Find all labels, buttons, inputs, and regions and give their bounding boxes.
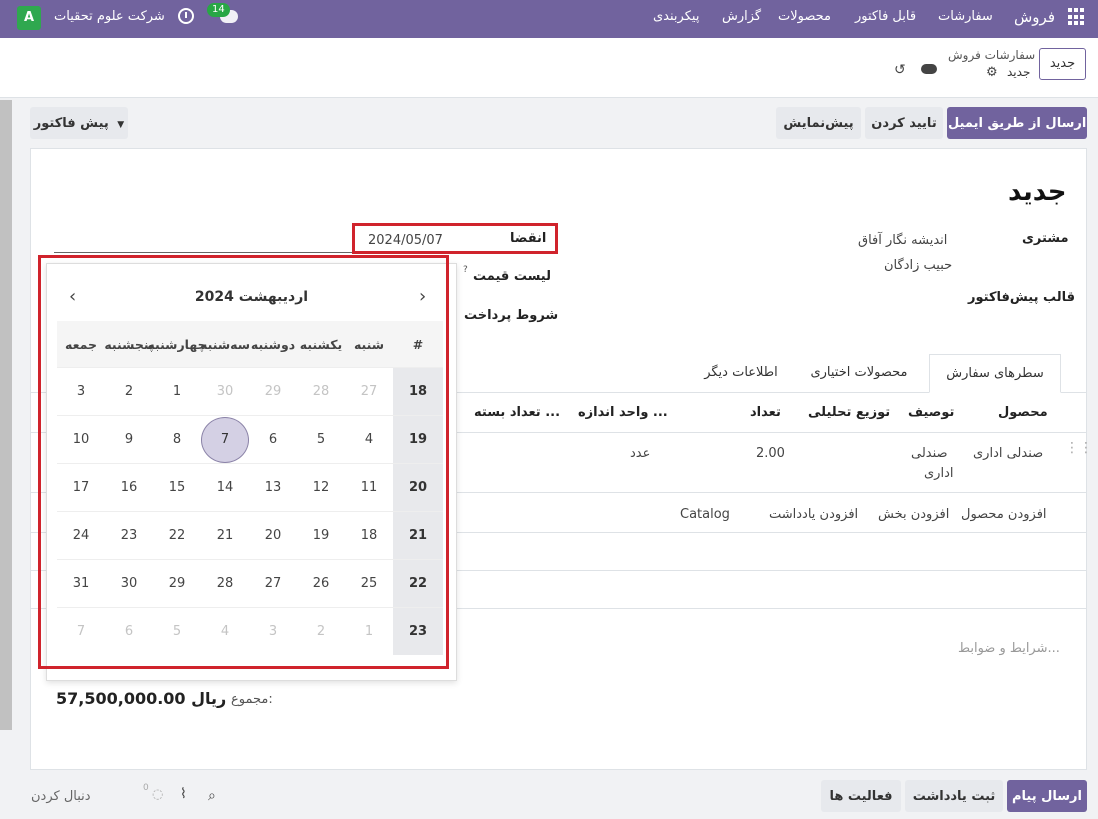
new-button[interactable]: جدید: [1039, 48, 1086, 80]
customer-label: مشتری: [1022, 231, 1069, 246]
status-label: پیش فاکتور: [33, 116, 109, 131]
payment-terms-label: شروط پرداخت: [464, 308, 559, 323]
col-product[interactable]: محصول: [998, 405, 1048, 420]
row-description-1[interactable]: صندلی: [911, 446, 948, 461]
scrollbar[interactable]: [0, 100, 12, 730]
total-amount: 57,500,000.00 ریال: [56, 689, 226, 708]
expiration-highlight-box: [352, 223, 558, 254]
caret-down-icon: ▼: [117, 120, 125, 130]
add-section-link[interactable]: افزودن بخش: [878, 507, 949, 522]
drag-handle-icon[interactable]: ⋮⋮: [1065, 441, 1093, 455]
status-dropdown[interactable]: پیش فاکتور ▼: [30, 107, 128, 139]
breadcrumb-current: جدید: [1007, 65, 1031, 79]
col-description[interactable]: توصیف: [908, 405, 954, 420]
total-label: مجموع:: [231, 692, 273, 707]
pricelist-label: لیست قیمت: [473, 269, 551, 284]
record-title: جدید: [1008, 177, 1067, 207]
customer-name[interactable]: اندیشه نگار آفاق: [858, 233, 947, 248]
menu-orders[interactable]: سفارشات: [938, 9, 993, 24]
row-product[interactable]: صندلی اداری: [973, 446, 1043, 461]
menu-configuration[interactable]: پیکربندی: [653, 9, 699, 24]
breadcrumb-parent[interactable]: سفارشات فروش: [948, 48, 1035, 62]
log-note-button[interactable]: ثبت یادداشت: [905, 780, 1003, 812]
follower-icon[interactable]: ◌: [152, 787, 163, 802]
send-message-button[interactable]: ارسال پیام: [1007, 780, 1087, 812]
confirm-button[interactable]: تایید کردن: [865, 107, 943, 139]
col-uom[interactable]: واحد اندازه ...: [578, 405, 668, 420]
chat-count-badge: 14: [207, 3, 230, 17]
col-quantity[interactable]: تعداد: [750, 405, 781, 420]
datepicker-highlight-box: [38, 255, 449, 669]
row-uom[interactable]: عدد: [630, 446, 650, 461]
row-description-2[interactable]: اداری: [924, 466, 953, 481]
col-analytic[interactable]: توزیع تحلیلی: [808, 405, 890, 420]
paperclip-icon[interactable]: ⌇: [180, 786, 187, 802]
catalog-link[interactable]: Catalog: [680, 507, 730, 522]
menu-products[interactable]: محصولات: [778, 9, 831, 24]
total-currency: ریال: [191, 689, 227, 708]
tab-order-lines[interactable]: سطرهای سفارش: [929, 354, 1061, 393]
menu-to-invoice[interactable]: قابل فاکتور: [855, 9, 916, 24]
top-navbar: فروش سفارشات قابل فاکتور محصولات گزارش پ…: [0, 0, 1098, 38]
row-quantity[interactable]: 2.00: [756, 446, 785, 461]
user-avatar[interactable]: A: [17, 6, 41, 30]
clock-activity-icon[interactable]: [178, 8, 194, 24]
control-panel: جدید سفارشات فروش جدید ⚙ ↺: [0, 38, 1098, 98]
gear-icon[interactable]: ⚙: [986, 65, 998, 80]
help-icon[interactable]: ?: [463, 265, 468, 275]
menu-reporting[interactable]: گزارش: [722, 9, 761, 24]
add-product-link[interactable]: افزودن محصول: [961, 507, 1047, 522]
apps-grid-icon[interactable]: [1068, 8, 1086, 26]
quote-template-label: قالب پیش‌فاکتور: [968, 290, 1076, 305]
terms-and-conditions-input[interactable]: شرایط و ضوابط...: [958, 641, 1060, 656]
total-value: 57,500,000.00: [56, 689, 186, 708]
customer-address: حبیب زادگان: [884, 258, 953, 273]
follow-button[interactable]: دنبال کردن: [31, 789, 91, 804]
preview-button[interactable]: پیش‌نمایش: [776, 107, 861, 139]
cloud-save-icon[interactable]: [921, 64, 937, 74]
tab-other-info[interactable]: اطلاعات دیگر: [690, 354, 792, 393]
app-brand[interactable]: فروش: [1014, 8, 1055, 26]
followers-count: 0: [143, 783, 149, 793]
tab-optional-products[interactable]: محصولات اختیاری: [793, 354, 925, 393]
activities-button[interactable]: فعالیت ها: [821, 780, 901, 812]
discard-icon[interactable]: ↺: [894, 62, 906, 78]
field-underline: [54, 252, 354, 253]
search-icon[interactable]: ⌕: [208, 788, 216, 804]
send-by-email-button[interactable]: ارسال از طریق ایمیل: [947, 107, 1087, 139]
company-switcher[interactable]: شرکت علوم تحقیات: [54, 9, 165, 24]
add-note-link[interactable]: افزودن یادداشت: [769, 507, 858, 522]
col-packaging[interactable]: تعداد بسته ...: [474, 405, 560, 420]
